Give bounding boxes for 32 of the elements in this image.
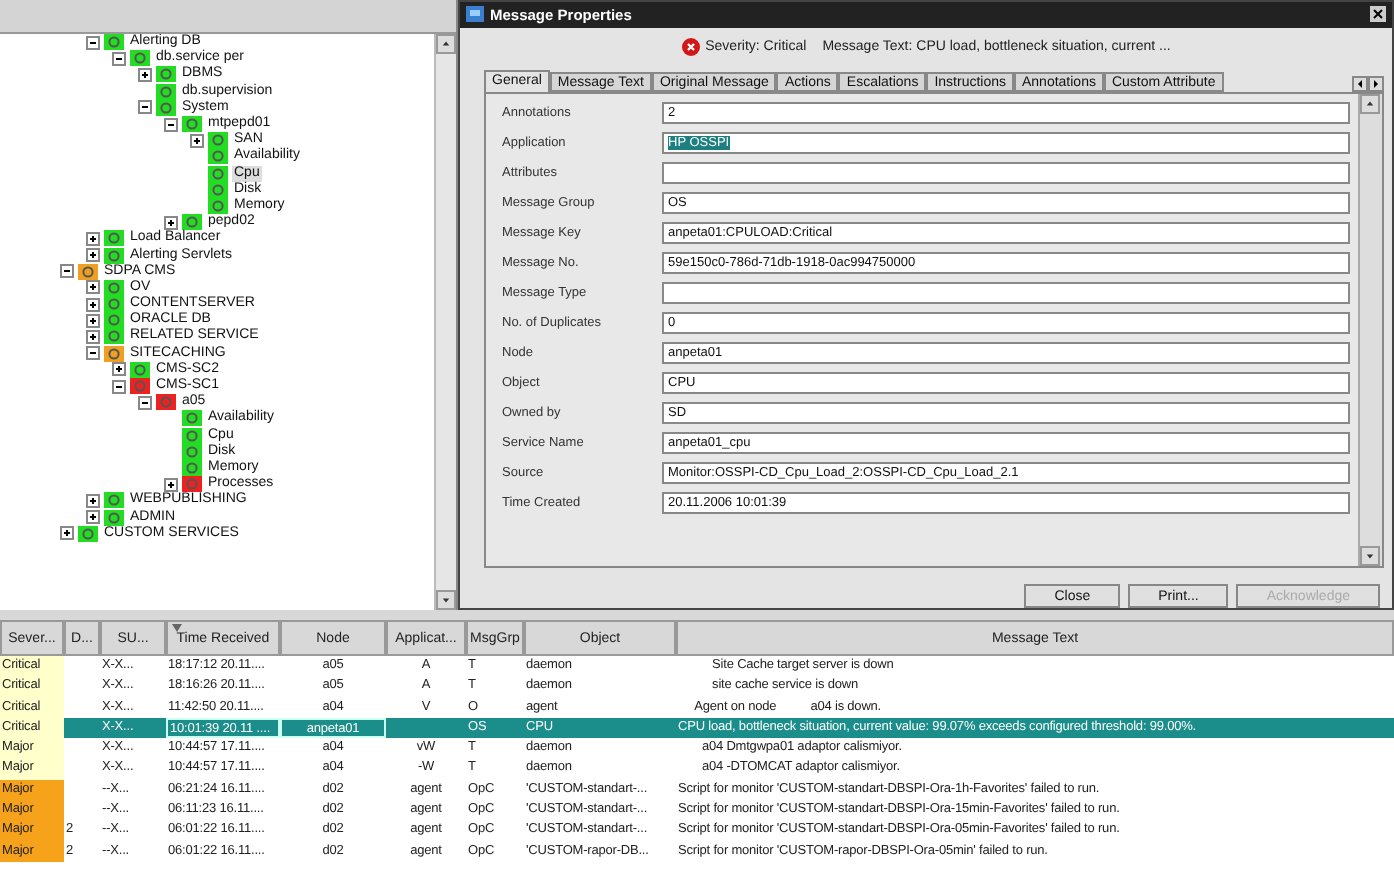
expand-icon[interactable] [164,215,178,230]
collapse-icon[interactable] [138,100,152,115]
expand-icon[interactable] [86,329,100,344]
collapse-icon[interactable] [60,264,74,279]
expand-icon[interactable] [86,280,100,295]
expand-icon[interactable] [86,297,100,312]
collapse-icon[interactable] [86,346,100,361]
window-icon [466,6,484,23]
collapse-icon[interactable] [164,117,178,132]
expand-icon[interactable] [86,313,100,328]
scroll-up-icon[interactable] [436,34,456,54]
close-icon[interactable] [1370,6,1386,23]
scroll-down-icon[interactable] [1360,546,1380,566]
expand-icon[interactable] [86,248,100,263]
error-icon [681,38,700,57]
expand-icon[interactable] [112,362,126,377]
collapse-icon[interactable] [86,35,100,50]
tab-right-icon[interactable] [1368,75,1384,92]
collapse-icon[interactable] [112,51,126,66]
expand-icon[interactable] [86,510,100,525]
expand-icon[interactable] [164,477,178,492]
text-field[interactable] [662,162,1350,185]
expand-icon[interactable] [190,133,204,148]
text-field[interactable] [662,282,1350,305]
collapse-icon[interactable] [138,395,152,410]
expand-icon[interactable] [86,231,100,246]
expand-icon[interactable] [138,67,152,82]
expand-icon[interactable] [86,493,100,508]
collapse-icon[interactable] [112,379,126,394]
expand-icon[interactable] [60,526,74,541]
tab-left-icon[interactable] [1352,75,1368,92]
scroll-down-icon[interactable] [436,590,456,610]
